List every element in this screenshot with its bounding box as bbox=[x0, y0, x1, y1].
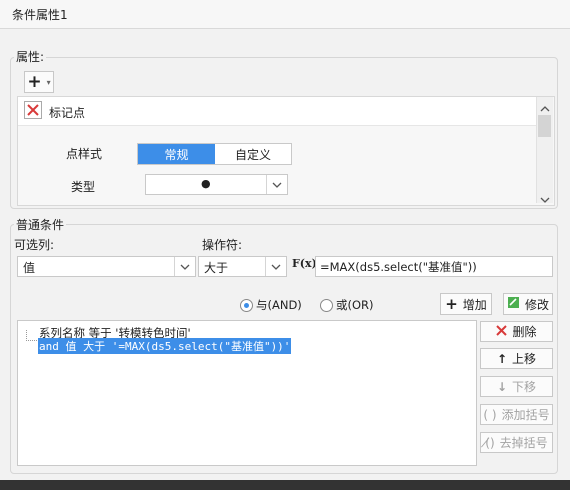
formula-input[interactable]: =MAX(ds5.select("基准值")) bbox=[315, 256, 553, 277]
close-icon bbox=[496, 324, 508, 339]
or-label: 或(OR) bbox=[336, 298, 374, 312]
list-item-selected[interactable]: and 值 大于 '=MAX(ds5.select("基准值"))' bbox=[38, 338, 292, 354]
scroll-up-icon[interactable] bbox=[540, 101, 550, 115]
remove-bracket-button[interactable]: (̸) 去掉括号 bbox=[480, 432, 553, 453]
edit-icon bbox=[507, 296, 520, 312]
chevron-down-icon: ▾ bbox=[46, 77, 51, 87]
plus-icon: + bbox=[27, 71, 42, 92]
plus-icon: + bbox=[445, 294, 458, 313]
marker-item-label: 标记点 bbox=[49, 106, 86, 120]
tree-connector-icon bbox=[26, 330, 37, 341]
radio-unchecked-icon bbox=[320, 298, 333, 312]
condition-text: and 值 大于 '=MAX(ds5.select("基准值"))' bbox=[39, 340, 291, 353]
scroll-down-icon[interactable] bbox=[540, 192, 550, 206]
tab-regular[interactable]: 常规 bbox=[138, 144, 215, 164]
point-style-label: 点样式 bbox=[66, 147, 103, 161]
and-radio[interactable]: 与(AND) bbox=[240, 297, 302, 313]
type-select[interactable]: ● bbox=[145, 174, 288, 195]
point-style-tabs: 常规 自定义 bbox=[137, 143, 292, 165]
bracket-icon: ( ) bbox=[483, 407, 497, 422]
and-label: 与(AND) bbox=[256, 298, 302, 312]
chevron-down-icon[interactable] bbox=[265, 257, 286, 276]
add-property-button[interactable]: + ▾ bbox=[24, 71, 54, 93]
add-bracket-button[interactable]: ( ) 添加括号 bbox=[480, 404, 553, 425]
or-radio[interactable]: 或(OR) bbox=[320, 297, 374, 313]
operator-select[interactable]: 大于 bbox=[198, 256, 287, 277]
formula-value: =MAX(ds5.select("基准值")) bbox=[320, 260, 477, 274]
column-value: 值 bbox=[23, 261, 36, 275]
move-up-button[interactable]: ↑ 上移 bbox=[480, 348, 553, 369]
formula-icon[interactable]: F(x) bbox=[292, 257, 317, 270]
condition-group-label: 普通条件 bbox=[14, 216, 67, 233]
bottom-edge bbox=[0, 480, 570, 490]
chevron-down-icon[interactable] bbox=[266, 175, 287, 194]
properties-group-label: 属性: bbox=[14, 48, 47, 65]
marker-item-row[interactable]: 标记点 bbox=[18, 97, 536, 126]
type-value: ● bbox=[201, 177, 211, 190]
add-condition-button[interactable]: + 增加 bbox=[440, 293, 492, 315]
property-scrollbar[interactable] bbox=[536, 97, 553, 203]
radio-checked-icon bbox=[240, 298, 253, 312]
property-panel: 标记点 点样式 常规 自定义 类型 ● bbox=[17, 96, 555, 206]
modify-condition-button[interactable]: 修改 bbox=[503, 293, 553, 315]
delete-icon[interactable] bbox=[24, 101, 42, 119]
arrow-up-icon: ↑ bbox=[496, 351, 508, 366]
condition-list[interactable]: 系列名称 等于 '转模转色时间' and 值 大于 '=MAX(ds5.sele… bbox=[17, 320, 477, 466]
chevron-down-icon[interactable] bbox=[174, 257, 195, 276]
type-label: 类型 bbox=[71, 180, 96, 194]
column-select[interactable]: 值 bbox=[17, 256, 196, 277]
arrow-down-icon: ↓ bbox=[496, 379, 508, 394]
scroll-thumb[interactable] bbox=[538, 115, 551, 137]
remove-bracket-icon: (̸) bbox=[485, 435, 495, 450]
title-bar: 条件属性1 bbox=[0, 0, 570, 29]
operator-label: 操作符: bbox=[202, 238, 243, 252]
tab-custom[interactable]: 自定义 bbox=[215, 144, 291, 164]
window-title: 条件属性1 bbox=[12, 8, 68, 22]
delete-button[interactable]: 删除 bbox=[480, 321, 553, 342]
move-down-button[interactable]: ↓ 下移 bbox=[480, 376, 553, 397]
operator-value: 大于 bbox=[204, 261, 229, 275]
column-label: 可选列: bbox=[14, 238, 55, 252]
